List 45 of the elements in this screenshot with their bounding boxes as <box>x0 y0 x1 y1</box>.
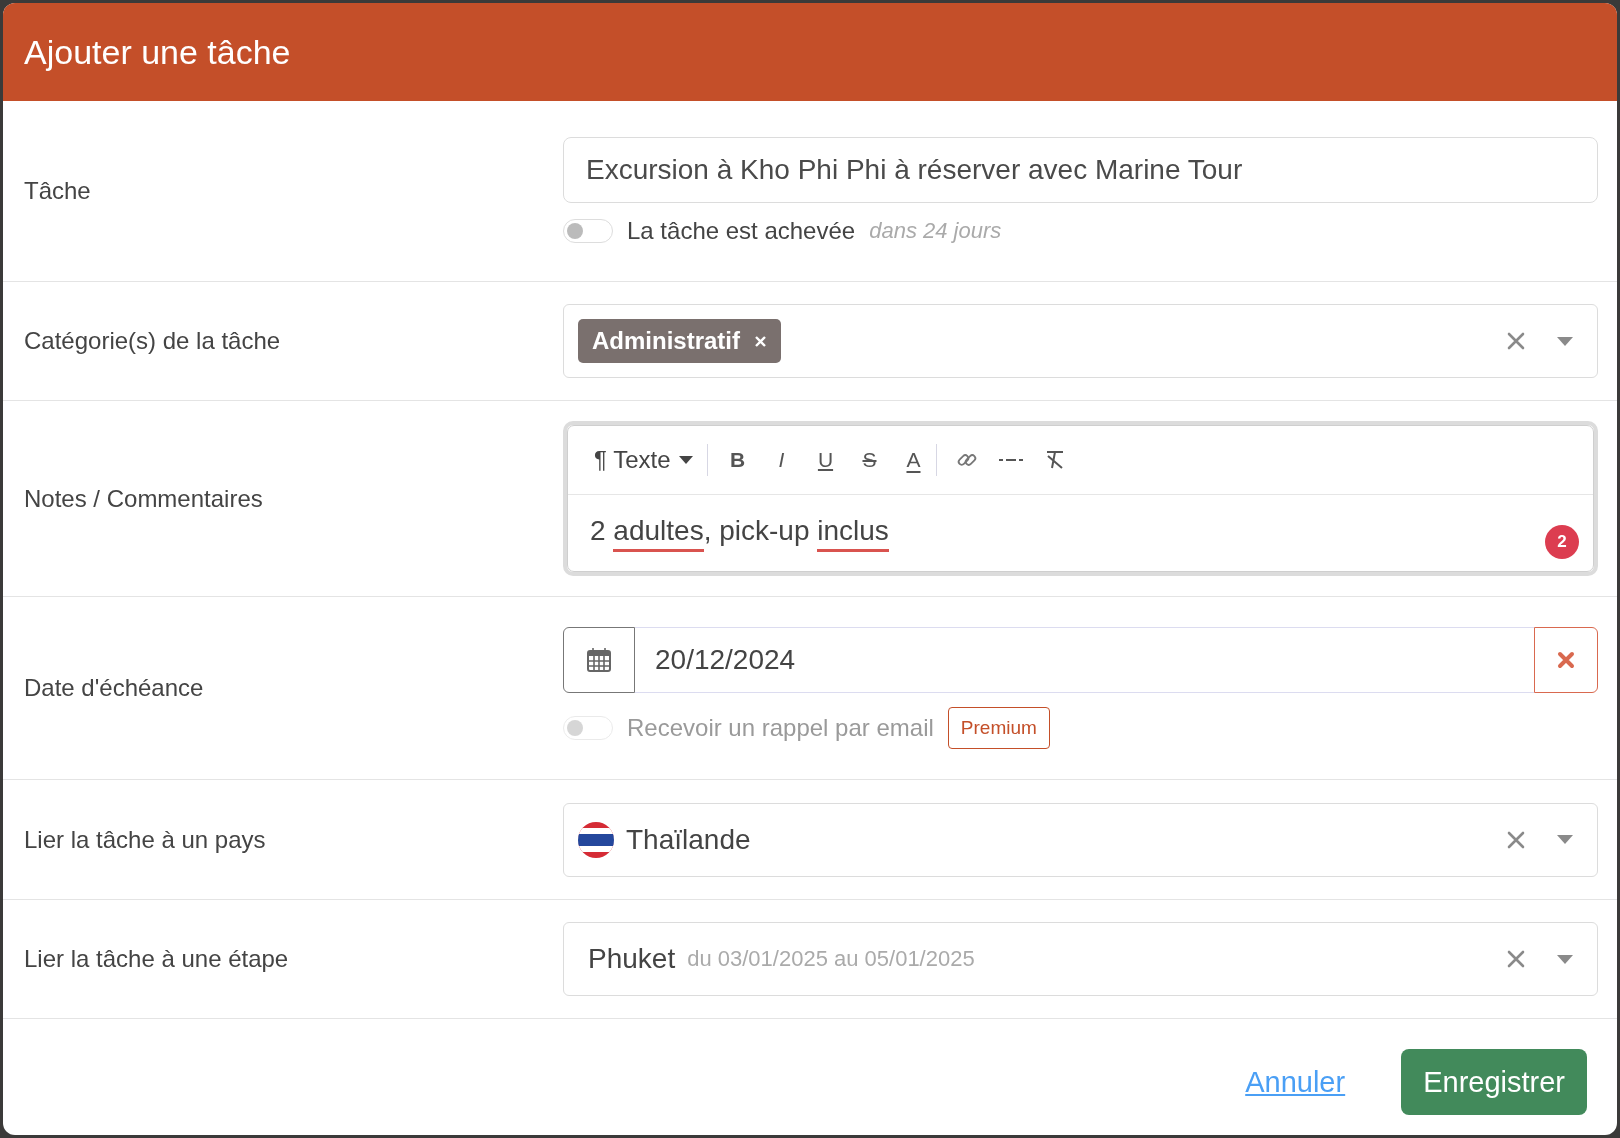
dropdown-arrow-icon[interactable] <box>1557 835 1573 844</box>
save-button[interactable]: Enregistrer <box>1401 1049 1587 1115</box>
notes-editor[interactable]: ¶ Texte B I U S A 2 adultes, pick-up inclus 2 <box>563 421 1598 576</box>
field-label: Lier la tâche à un pays <box>23 825 267 854</box>
country-value: Thaïlande <box>626 823 751 856</box>
stage-select[interactable]: Phuket du 03/01/2025 au 05/01/2025 <box>563 922 1598 996</box>
toggle-switch[interactable] <box>563 219 613 243</box>
stage-dates: du 03/01/2025 au 05/01/2025 <box>687 946 975 972</box>
category-select[interactable]: Administratif <box>563 304 1598 378</box>
strikethrough-button[interactable]: S <box>847 442 892 478</box>
dropdown-arrow-icon[interactable] <box>1557 336 1573 346</box>
notes-text: 2 adultes, pick-up inclus <box>590 514 889 552</box>
calendar-button[interactable] <box>563 627 635 693</box>
field-label: Tâche <box>23 177 92 205</box>
clear-date-button[interactable] <box>1534 627 1598 693</box>
italic-button[interactable]: I <box>759 442 804 478</box>
spelling-count-badge: 2 <box>1545 525 1579 559</box>
caret-icon <box>678 456 693 464</box>
country-select[interactable]: Thaïlande <box>563 802 1598 877</box>
date-field[interactable]: 20/12/2024 <box>635 627 1534 693</box>
field-label: Catégorie(s) de la tâche <box>23 327 282 355</box>
clear-icon[interactable] <box>1507 830 1525 849</box>
category-tag[interactable]: Administratif <box>578 319 781 363</box>
task-field[interactable]: Excursion à Kho Phi Phi à réserver avec Marine Tour <box>563 137 1598 203</box>
underline-button[interactable]: U <box>803 442 848 478</box>
field-label: Date d'échéance <box>23 674 205 702</box>
close-icon <box>1557 651 1575 669</box>
remove-icon <box>754 334 767 348</box>
stage-value: Phuket <box>588 943 676 975</box>
clear-icon[interactable] <box>1507 332 1525 350</box>
dialog-title: Ajouter une tâche <box>24 32 291 72</box>
due-hint: dans 24 jours <box>869 218 1002 244</box>
premium-badge: Premium <box>947 707 1050 749</box>
format-dropdown[interactable]: ¶ Texte <box>588 445 707 475</box>
field-label: Notes / Commentaires <box>23 484 264 513</box>
dropdown-arrow-icon[interactable] <box>1557 954 1573 964</box>
horizontal-rule-icon <box>998 457 1023 463</box>
calendar-icon <box>586 647 612 673</box>
bold-button[interactable]: B <box>715 442 760 478</box>
text-color-button[interactable]: A <box>891 442 936 478</box>
flag-icon <box>578 821 614 858</box>
clear-icon[interactable] <box>1507 950 1525 968</box>
field-label: Lier la tâche à une étape <box>23 945 290 973</box>
toggle-label: Recevoir un rappel par email <box>627 714 934 742</box>
toggle-label: La tâche est achevée <box>627 217 856 245</box>
